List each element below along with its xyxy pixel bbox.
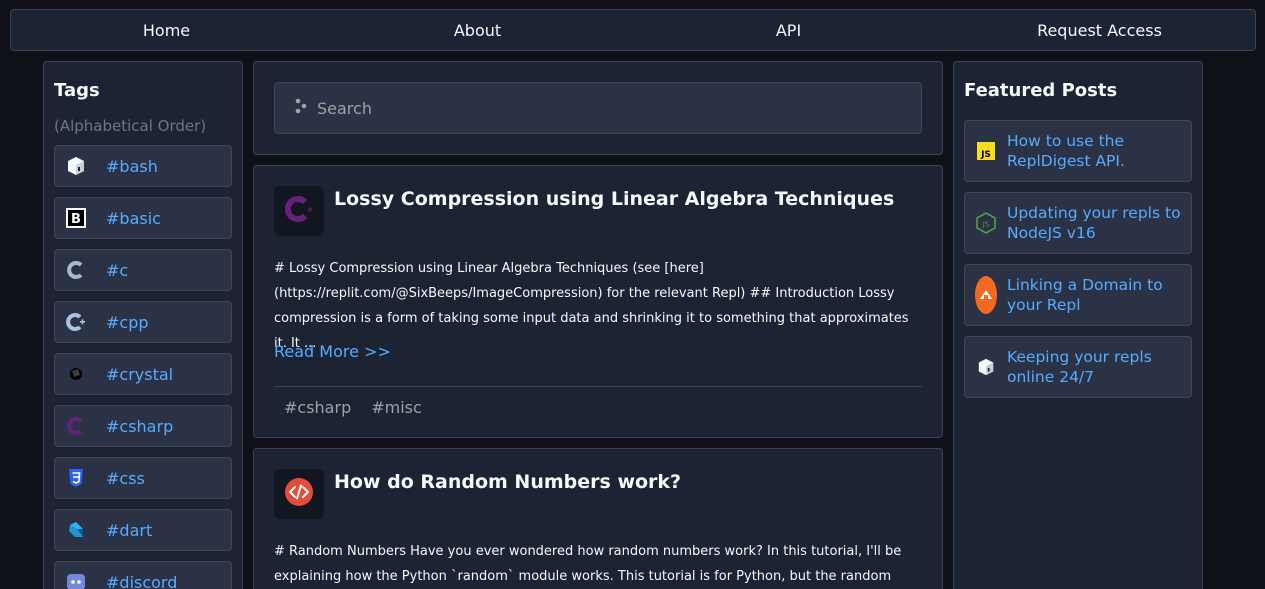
tag-label: #cpp [106, 312, 149, 332]
tag-cpp[interactable]: #cpp [54, 301, 232, 343]
svg-text:#: # [307, 206, 313, 214]
post-tags: #csharp #misc [284, 398, 422, 417]
domain-icon [975, 275, 997, 315]
tag-discord[interactable]: #discord [54, 561, 232, 589]
css-icon [65, 467, 87, 489]
code-icon [284, 477, 314, 511]
featured-post-label: Updating your repls to NodeJS v16 [1007, 204, 1181, 242]
tag-label: #basic [106, 208, 161, 228]
tag-label: #csharp [106, 416, 174, 436]
nav-about[interactable]: About [322, 10, 633, 50]
post-card: How do Random Numbers work? # Random Num… [253, 448, 943, 589]
post-title[interactable]: Lossy Compression using Linear Algebra T… [334, 188, 894, 210]
featured-post-nodejs[interactable]: JS Updating your repls to NodeJS v16 [964, 192, 1192, 254]
search-panel [253, 61, 943, 155]
post-excerpt: # Random Numbers Have you ever wondered … [274, 544, 902, 584]
javascript-icon: JS [975, 142, 997, 160]
tag-label: #bash [106, 156, 158, 176]
post-excerpt: # Lossy Compression using Linear Algebra… [274, 261, 909, 351]
featured-post-label: Linking a Domain to your Repl [1007, 276, 1163, 314]
read-more-link[interactable]: Read More >> [274, 342, 391, 361]
tag-dart[interactable]: #dart [54, 509, 232, 551]
tag-bash[interactable]: #bash [54, 145, 232, 187]
top-navbar: Home About API Request Access [10, 9, 1256, 51]
csharp-icon: # [284, 195, 313, 227]
featured-panel: Featured Posts JS How to use the ReplDig… [953, 61, 1203, 589]
tag-crystal[interactable]: #crystal [54, 353, 232, 395]
tags-subtitle: (Alphabetical Order) [54, 117, 207, 135]
bash-icon [65, 155, 87, 177]
tag-label: #c [106, 260, 129, 280]
featured-title: Featured Posts [964, 80, 1118, 101]
nodejs-icon: JS [975, 212, 997, 234]
cpp-icon [65, 311, 87, 333]
tags-panel: Tags (Alphabetical Order) #bash B #basic… [43, 61, 243, 589]
tag-label: #crystal [106, 364, 174, 384]
crystal-icon [65, 363, 87, 385]
discord-icon [65, 571, 87, 589]
svg-text:B: B [71, 212, 81, 227]
tag-basic[interactable]: B #basic [54, 197, 232, 239]
search-input[interactable] [317, 98, 897, 118]
dart-icon [65, 519, 87, 541]
post-thumbnail [274, 469, 324, 519]
search-icon [295, 98, 307, 118]
post-tag-csharp[interactable]: #csharp [284, 398, 351, 417]
basic-icon: B [65, 207, 87, 229]
post-thumbnail: # [274, 186, 324, 236]
tag-csharp[interactable]: #csharp [54, 405, 232, 447]
nav-home[interactable]: Home [11, 10, 322, 50]
svg-text:JS: JS [982, 221, 990, 229]
post-tag-misc[interactable]: #misc [371, 398, 422, 417]
post-title[interactable]: How do Random Numbers work? [334, 471, 681, 493]
tag-c[interactable]: #c [54, 249, 232, 291]
tag-label: #discord [106, 572, 178, 589]
nav-api[interactable]: API [633, 10, 944, 50]
tag-label: #dart [106, 520, 153, 540]
nav-request-access[interactable]: Request Access [944, 10, 1255, 50]
post-divider [274, 386, 922, 387]
search-box[interactable] [274, 82, 922, 134]
featured-post-domain[interactable]: Linking a Domain to your Repl [964, 264, 1192, 326]
csharp-icon [65, 415, 87, 437]
svg-text:JS: JS [980, 150, 991, 160]
featured-post-api[interactable]: JS How to use the ReplDigest API. [964, 120, 1192, 182]
tag-css[interactable]: #css [54, 457, 232, 499]
tag-label: #css [106, 468, 145, 488]
featured-post-label: Keeping your repls online 24/7 [1007, 348, 1152, 386]
featured-post-online[interactable]: Keeping your repls online 24/7 [964, 336, 1192, 398]
post-card: # Lossy Compression using Linear Algebra… [253, 165, 943, 438]
featured-post-label: How to use the ReplDigest API. [1007, 132, 1125, 170]
bash-icon [975, 357, 997, 377]
c-icon [65, 259, 87, 281]
tags-title: Tags [54, 80, 100, 101]
